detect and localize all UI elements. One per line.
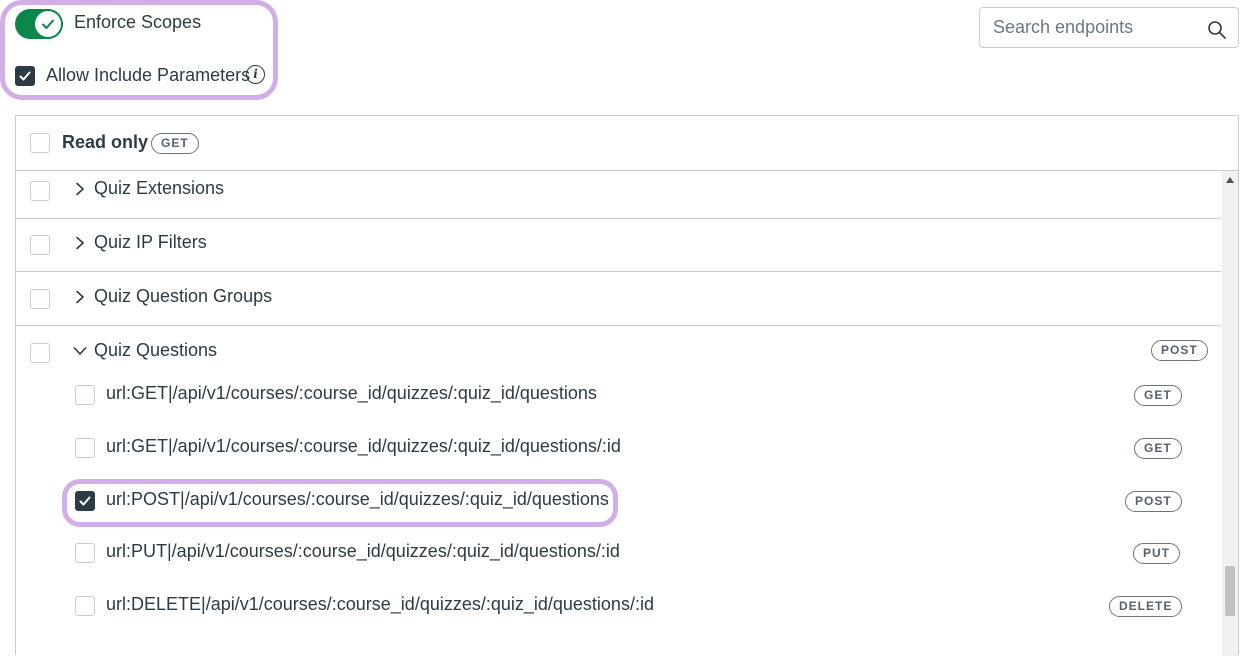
endpoint-row[interactable]: url:DELETE|/api/v1/courses/:course_id/qu… [16, 583, 1221, 633]
check-icon [79, 496, 91, 506]
info-icon[interactable]: i [246, 65, 265, 84]
endpoint-label[interactable]: url:DELETE|/api/v1/courses/:course_id/qu… [106, 594, 654, 615]
endpoints-panel: Read only GET Quiz Extensions Quiz IP Fi… [15, 115, 1239, 656]
endpoint-checkbox[interactable] [75, 385, 95, 405]
group-label[interactable]: Quiz Questions [94, 340, 217, 361]
endpoint-checkbox[interactable] [75, 491, 95, 511]
endpoint-method-badge: PUT [1133, 543, 1180, 564]
read-only-header: Read only GET [16, 116, 1238, 171]
group-row-quiz-questions[interactable]: Quiz Questions POST url:GET|/api/v1/cour… [16, 326, 1221, 656]
chevron-right-icon[interactable] [74, 182, 86, 196]
group-checkbox[interactable] [30, 181, 50, 201]
toggle-knob [35, 11, 61, 37]
group-checkbox[interactable] [30, 343, 50, 363]
search-input[interactable] [993, 8, 1198, 47]
group-checkbox[interactable] [30, 235, 50, 255]
allow-include-label: Allow Include Parameters [46, 65, 251, 85]
read-only-badge: GET [151, 133, 199, 154]
read-only-label: Read only [62, 132, 149, 152]
group-label[interactable]: Quiz IP Filters [94, 232, 207, 253]
endpoint-row[interactable]: url:GET|/api/v1/courses/:course_id/quizz… [16, 425, 1221, 475]
check-icon [42, 19, 54, 29]
endpoint-checkbox[interactable] [75, 596, 95, 616]
endpoint-row[interactable]: url:PUT|/api/v1/courses/:course_id/quizz… [16, 530, 1221, 580]
scrollbar[interactable] [1222, 171, 1238, 656]
endpoint-label[interactable]: url:GET|/api/v1/courses/:course_id/quizz… [106, 436, 621, 457]
group-label[interactable]: Quiz Extensions [94, 178, 224, 199]
group-method-badge: POST [1151, 340, 1208, 361]
group-checkbox[interactable] [30, 289, 50, 309]
group-label[interactable]: Quiz Question Groups [94, 286, 272, 307]
endpoint-checkbox[interactable] [75, 438, 95, 458]
endpoint-label[interactable]: url:GET|/api/v1/courses/:course_id/quizz… [106, 383, 597, 404]
chevron-right-icon[interactable] [74, 290, 86, 304]
endpoint-label[interactable]: url:PUT|/api/v1/courses/:course_id/quizz… [106, 541, 620, 562]
group-row-quiz-extensions[interactable]: Quiz Extensions [16, 171, 1221, 219]
group-row-quiz-ip-filters[interactable]: Quiz IP Filters [16, 219, 1221, 272]
search-box[interactable] [979, 7, 1239, 48]
check-icon [19, 71, 31, 81]
endpoint-row[interactable]: url:POST|/api/v1/courses/:course_id/quiz… [16, 478, 1221, 528]
endpoint-method-badge: GET [1134, 438, 1182, 459]
scrollbar-thumb[interactable] [1225, 566, 1235, 616]
group-row-quiz-question-groups[interactable]: Quiz Question Groups [16, 272, 1221, 326]
endpoint-method-badge: POST [1125, 491, 1182, 512]
endpoint-method-badge: DELETE [1109, 596, 1183, 617]
search-icon[interactable] [1207, 20, 1227, 40]
endpoint-label[interactable]: url:POST|/api/v1/courses/:course_id/quiz… [106, 489, 609, 510]
allow-include-checkbox[interactable] [15, 66, 35, 86]
scroll-up-arrow-icon[interactable] [1226, 177, 1234, 183]
chevron-right-icon[interactable] [74, 236, 86, 250]
enforce-scopes-toggle[interactable] [15, 9, 63, 39]
read-only-checkbox[interactable] [30, 133, 50, 153]
endpoint-method-badge: GET [1134, 385, 1182, 406]
enforce-scopes-label: Enforce Scopes [74, 12, 202, 32]
endpoint-row[interactable]: url:GET|/api/v1/courses/:course_id/quizz… [16, 372, 1221, 422]
endpoint-checkbox[interactable] [75, 543, 95, 563]
chevron-down-icon[interactable] [73, 345, 87, 357]
